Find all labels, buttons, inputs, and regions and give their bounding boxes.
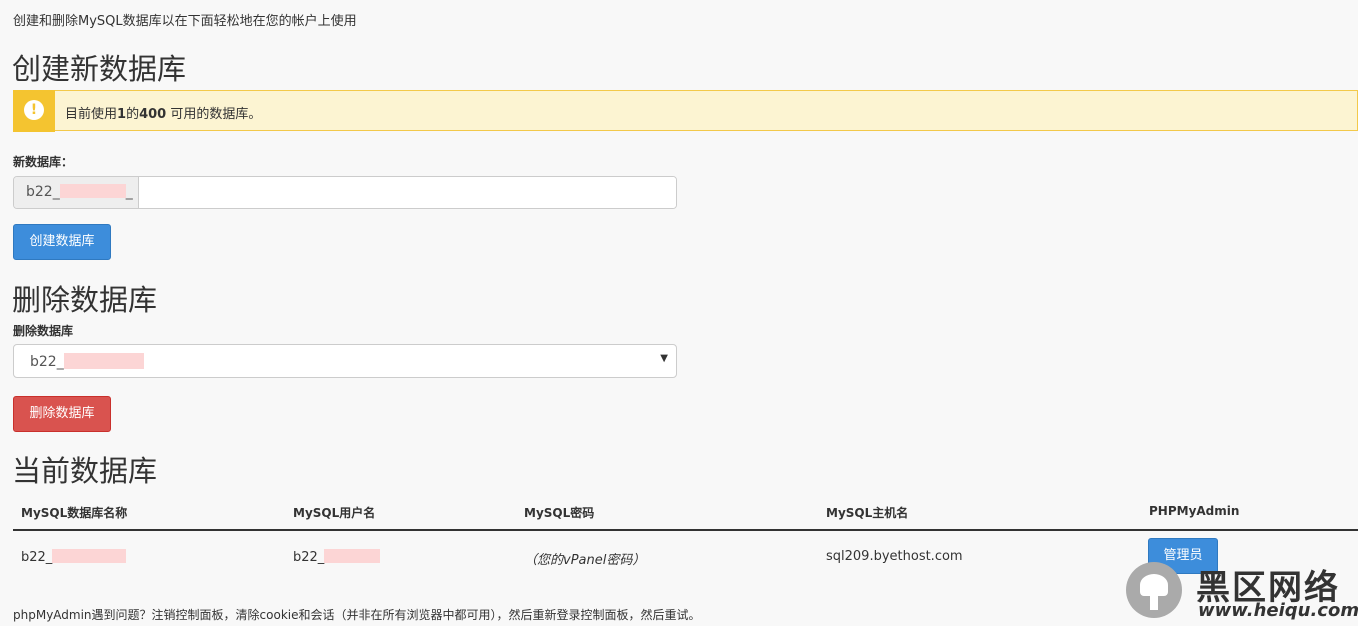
usage-alert: ! 目前使用1的400 可用的数据库。 xyxy=(13,90,1358,132)
warning-icon: ! xyxy=(13,90,55,132)
table-header: MySQL数据库名称 MySQL用户名 MySQL密码 MySQL主机名 PHP… xyxy=(13,495,1358,531)
chevron-down-icon: ▼ xyxy=(660,353,668,364)
create-heading: 创建新数据库 xyxy=(12,52,187,86)
col-phpmyadmin: PHPMyAdmin xyxy=(1149,504,1240,518)
cell-db-name: b22_ xyxy=(21,549,127,565)
delete-db-button[interactable]: 删除数据库 xyxy=(13,396,111,432)
col-db-name: MySQL数据库名称 xyxy=(21,506,128,520)
watermark: 黑区网络 www.heiqu.com xyxy=(1126,560,1358,626)
redacted-block xyxy=(63,353,144,369)
delete-db-label: 删除数据库 xyxy=(13,324,74,338)
delete-heading: 删除数据库 xyxy=(12,283,158,317)
create-db-button[interactable]: 创建数据库 xyxy=(13,224,111,260)
new-db-input[interactable] xyxy=(140,177,676,208)
watermark-logo-icon xyxy=(1126,562,1182,618)
redacted-block xyxy=(59,184,126,198)
current-heading: 当前数据库 xyxy=(12,454,158,488)
cell-hostname: sql209.byethost.com xyxy=(826,549,963,564)
col-hostname: MySQL主机名 xyxy=(826,506,909,520)
usage-alert-text: 目前使用1的400 可用的数据库。 xyxy=(65,107,262,122)
new-db-input-group: b22_ _ xyxy=(13,176,677,209)
redacted-block xyxy=(324,549,381,563)
col-username: MySQL用户名 xyxy=(293,506,376,520)
new-db-label: 新数据库： xyxy=(13,155,74,169)
cell-username: b22_ xyxy=(293,549,381,565)
col-password: MySQL密码 xyxy=(524,506,595,520)
cell-password: （您的vPanel密码） xyxy=(524,553,646,568)
selected-db: b22_ xyxy=(30,353,144,370)
page-intro: 创建和删除MySQL数据库以在下面轻松地在您的帐户上使用 xyxy=(13,14,357,29)
watermark-url: www.heiqu.com xyxy=(1198,600,1358,621)
footer-note: phpMyAdmin遇到问题？注销控制面板，清除cookie和会话（并非在所有浏… xyxy=(13,608,701,622)
redacted-block xyxy=(52,549,127,563)
delete-db-select[interactable]: b22_ ▼ xyxy=(13,344,677,378)
db-prefix-addon: b22_ _ xyxy=(14,177,139,208)
